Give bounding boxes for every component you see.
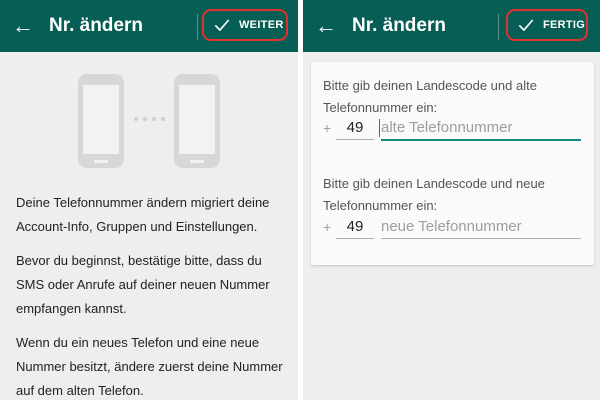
- old-country-code-input[interactable]: 49: [336, 117, 374, 140]
- back-arrow-icon[interactable]: ←: [315, 14, 337, 38]
- next-button-label: WEITER: [239, 19, 284, 31]
- new-phone-icon: [174, 74, 220, 168]
- change-number-form-screen: ← Nr. ändern FERTIG Bitte gib deinen Lan…: [303, 0, 600, 400]
- new-number-prompt: Bitte gib deinen Landescode und neue Tel…: [323, 176, 545, 213]
- number-form-card: Bitte gib deinen Landescode und alte Tel…: [311, 62, 594, 265]
- old-plus-sign: +: [323, 120, 332, 136]
- old-phone-number-placeholder: alte Telefonnummer: [381, 119, 513, 136]
- toolbar: ← Nr. ändern FERTIG: [303, 0, 600, 52]
- old-phone-icon: [78, 74, 124, 168]
- old-number-prompt: Bitte gib deinen Landescode und alte Tel…: [323, 78, 537, 115]
- new-country-code-input[interactable]: 49: [336, 216, 374, 239]
- back-arrow-icon[interactable]: ←: [12, 14, 34, 38]
- toolbar-divider: [498, 14, 499, 40]
- info-text-confirm: Bevor du beginnst, bestätige bitte, dass…: [16, 253, 270, 316]
- old-phone-number-input[interactable]: alte Telefonnummer: [379, 117, 581, 141]
- new-phone-number-placeholder: neue Telefonnummer: [381, 218, 522, 235]
- change-number-intro-screen: ← Nr. ändern WEITER Deine Telefonnummer: [0, 0, 298, 400]
- phone-migration-illustration: [78, 74, 220, 168]
- toolbar: ← Nr. ändern WEITER: [0, 0, 298, 52]
- done-button[interactable]: FERTIG: [506, 9, 588, 41]
- next-button[interactable]: WEITER: [202, 9, 288, 41]
- page-title: Nr. ändern: [352, 15, 446, 36]
- info-text-migration: Deine Telefonnummer ändern migriert dein…: [16, 195, 270, 234]
- dots-icon: [134, 117, 165, 121]
- text-cursor: [379, 119, 380, 137]
- check-icon: [214, 19, 230, 32]
- page-title: Nr. ändern: [49, 15, 143, 36]
- check-icon: [518, 19, 534, 32]
- new-plus-sign: +: [323, 219, 332, 235]
- toolbar-divider: [197, 14, 198, 40]
- new-phone-number-input[interactable]: neue Telefonnummer: [381, 216, 581, 239]
- info-text-old-phone: Wenn du ein neues Telefon und eine neue …: [16, 335, 283, 398]
- done-button-label: FERTIG: [543, 19, 586, 31]
